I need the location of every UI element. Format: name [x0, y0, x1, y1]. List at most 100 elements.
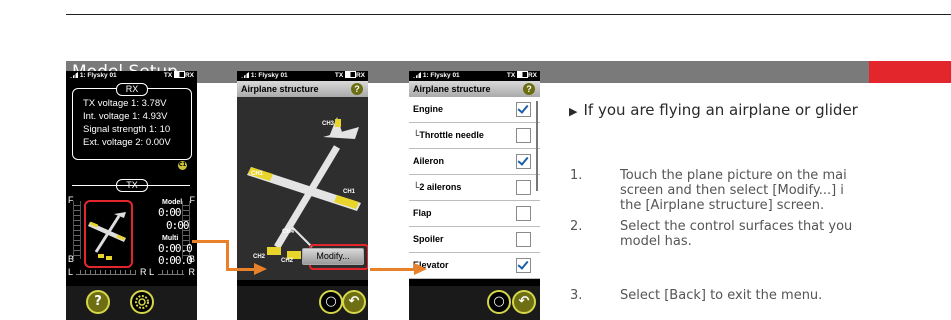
modify-button[interactable]: Modify... — [302, 248, 364, 265]
list-item[interactable]: Elevator — [409, 253, 540, 279]
help-question-icon[interactable]: ? — [523, 83, 535, 95]
status-model: 1: Flysky 01 — [422, 72, 460, 79]
bullet-triangle-icon: ▶ — [569, 105, 578, 118]
screen-airplane-structure: 1: Flysky 01 TX RX Airplane structure ? … — [237, 71, 368, 320]
header-accent — [869, 61, 951, 83]
intro-text: ▶ If you are flying an airplane or glider — [569, 101, 858, 119]
checkbox[interactable] — [516, 154, 531, 169]
list-item-label: Flap — [413, 208, 432, 218]
list-item-label: └2 ailerons — [413, 182, 462, 192]
screen-structure-list: 1: Flysky 01 TX RX Airplane structure ? … — [409, 71, 540, 320]
multi-timer-2: 0:00.0 — [158, 254, 193, 267]
channel-label: CH2 — [253, 254, 266, 260]
step-line: Select the control surfaces that you — [620, 219, 853, 234]
list-item-label: └Throttle needle — [413, 130, 484, 140]
step-line: the [Airplane structure] screen. — [620, 198, 825, 213]
list-item[interactable]: Aileron — [409, 149, 540, 175]
multi-label: Multi — [162, 235, 179, 242]
trim-scale-bottom-right[interactable] — [158, 270, 184, 275]
checkbox[interactable] — [516, 102, 531, 117]
rx-label: RX — [116, 83, 148, 96]
checkbox[interactable] — [516, 180, 531, 195]
model-timer-1: 0:00 — [158, 206, 181, 219]
arrow-connector — [226, 268, 254, 271]
checkbox[interactable] — [516, 232, 531, 247]
checkbox[interactable] — [516, 258, 531, 273]
step-number: 2. — [570, 219, 583, 234]
list-item-label: Aileron — [413, 156, 445, 166]
arrow-connector — [192, 240, 228, 243]
label-l: L — [68, 267, 74, 277]
arrow-head-icon — [254, 263, 267, 275]
intro-label: If you are flying an airplane or glider — [583, 101, 858, 119]
help-button[interactable]: ? — [86, 290, 110, 314]
arrow-connector — [226, 240, 229, 270]
label-f-right: F — [189, 195, 196, 205]
list-item[interactable]: Flap — [409, 201, 540, 227]
status-rx: RX — [355, 72, 365, 79]
trim-scale-bottom-left[interactable] — [76, 270, 136, 275]
trim-scale-left[interactable] — [73, 201, 81, 259]
channel-label: CH1 — [251, 171, 264, 177]
help-question-icon[interactable]: ? — [351, 83, 363, 95]
rx-line: Int. voltage 1: 4.93V — [83, 111, 168, 122]
checkbox[interactable] — [516, 128, 531, 143]
screen-title: Airplane structure — [413, 84, 491, 94]
airplane-icon — [88, 212, 126, 260]
screen-main: 1: Flysky 01 TX RX RX TX voltage 1: 3.78… — [66, 71, 197, 320]
list-item[interactable]: └2 ailerons — [409, 175, 540, 201]
top-rule — [66, 14, 951, 15]
status-bar: 1: Flysky 01 TX RX — [237, 71, 368, 81]
screen-title-bar: Airplane structure ? — [237, 81, 368, 97]
list-item[interactable]: Spoiler — [409, 227, 540, 253]
step-line: Select [Back] to exit the menu. — [620, 288, 823, 303]
status-model: 1: Flysky 01 — [79, 72, 117, 79]
arrow-head-icon — [414, 263, 427, 275]
battery-icon — [344, 71, 356, 78]
step-number: 3. — [570, 288, 583, 303]
structure-list: Engine └Throttle needle Aileron └2 ailer… — [409, 97, 540, 279]
label-l-right: L — [149, 267, 155, 277]
list-item[interactable]: └Throttle needle — [409, 123, 540, 149]
battery-icon — [516, 71, 528, 78]
step-line: screen and then select [Modify...] i — [620, 183, 844, 198]
status-bar: 1: Flysky 01 TX RX — [66, 71, 197, 81]
list-item-label: Spoiler — [413, 234, 444, 244]
model-label: Model — [162, 199, 183, 206]
rx-line: Ext. voltage 2: 0.00V — [83, 137, 171, 148]
status-bar: 1: Flysky 01 TX RX — [409, 71, 540, 81]
model-timer-2: 0:00 — [166, 219, 189, 232]
scrollbar[interactable] — [536, 101, 538, 191]
channel-badge-icon: C1 — [178, 161, 187, 170]
back-button[interactable]: ↶ — [342, 290, 366, 314]
circle-icon: ○ — [493, 294, 505, 309]
back-arrow-icon: ↶ — [518, 294, 530, 309]
battery-icon — [173, 71, 185, 78]
home-button[interactable]: ○ — [487, 290, 511, 314]
step-line: model has. — [620, 234, 692, 249]
home-button[interactable]: ○ — [319, 290, 343, 314]
status-rx: RX — [184, 72, 194, 79]
rx-line: Signal strength 1: 10 — [83, 124, 171, 135]
signal-icon — [413, 72, 421, 78]
status-tx: TX — [334, 72, 344, 79]
settings-button[interactable] — [130, 290, 154, 314]
status-rx: RX — [527, 72, 537, 79]
list-item[interactable]: Engine — [409, 97, 540, 123]
circle-icon: ○ — [325, 294, 337, 309]
back-arrow-icon: ↶ — [348, 294, 360, 309]
label-r-right: R — [188, 267, 196, 277]
status-tx: TX — [506, 72, 516, 79]
checkbox[interactable] — [516, 206, 531, 221]
signal-icon — [241, 72, 249, 78]
arrow-connector — [370, 268, 416, 271]
screen-title: Airplane structure — [241, 84, 319, 94]
status-tx: TX — [163, 72, 173, 79]
plane-picture[interactable] — [84, 200, 133, 268]
tx-divider — [72, 185, 190, 186]
gear-icon — [135, 295, 149, 309]
rx-line: TX voltage 1: 3.78V — [83, 98, 167, 109]
list-item-label: Engine — [413, 104, 444, 114]
back-button[interactable]: ↶ — [512, 290, 536, 314]
channel-label: CH4 — [282, 229, 295, 235]
